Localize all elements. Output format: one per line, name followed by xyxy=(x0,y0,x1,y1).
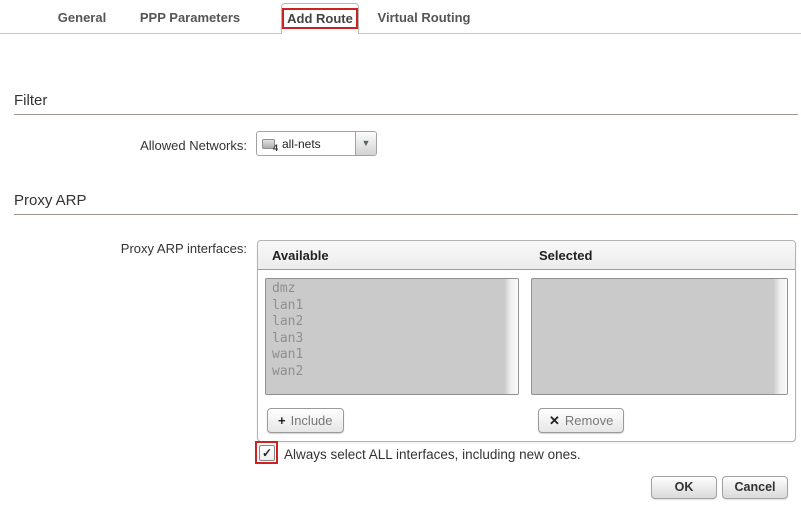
allowed-networks-dropdown[interactable]: 4 all-nets ▼ xyxy=(256,131,377,156)
tab-ppp-parameters[interactable]: PPP Parameters xyxy=(128,3,252,33)
tab-virtual-routing[interactable]: Virtual Routing xyxy=(363,3,485,33)
tab-bar-divider xyxy=(0,33,801,34)
allowed-networks-label: Allowed Networks: xyxy=(0,138,247,153)
tab-general[interactable]: General xyxy=(48,3,116,33)
annotation-box-add-route: Add Route xyxy=(282,8,358,29)
remove-button-label: Remove xyxy=(565,413,613,428)
always-select-label: Always select ALL interfaces, including … xyxy=(284,447,581,462)
proxy-arp-dual-list: Available Selected dmzlan1lan2lan3wan1wa… xyxy=(257,240,796,442)
list-item[interactable]: dmz xyxy=(272,281,503,298)
dual-list-header: Available Selected xyxy=(258,241,795,270)
cancel-button[interactable]: Cancel xyxy=(722,476,788,499)
always-select-checkbox[interactable]: ✓ xyxy=(259,445,275,461)
remove-button[interactable]: ✕ Remove xyxy=(538,408,624,433)
list-item[interactable]: lan2 xyxy=(272,314,503,331)
available-column-header: Available xyxy=(272,241,329,270)
tab-add-route-label: Add Route xyxy=(287,11,353,26)
list-item[interactable]: wan2 xyxy=(272,364,503,381)
available-interfaces-listbox[interactable]: dmzlan1lan2lan3wan1wan2 xyxy=(265,278,519,395)
add-route-settings-page: General PPP Parameters Add Route Virtual… xyxy=(0,0,801,509)
allowed-networks-value-text: all-nets xyxy=(282,137,321,151)
include-button[interactable]: + Include xyxy=(267,408,344,433)
proxy-arp-section-heading: Proxy ARP xyxy=(14,192,798,215)
tab-add-route[interactable]: Add Route xyxy=(281,3,359,34)
ipv4-badge: 4 xyxy=(273,143,278,153)
selected-column-header: Selected xyxy=(539,241,592,270)
list-item[interactable]: lan1 xyxy=(272,298,503,315)
available-listbox-scrollbar[interactable] xyxy=(505,279,518,394)
plus-icon: + xyxy=(278,413,286,428)
selected-interfaces-listbox[interactable] xyxy=(531,278,788,395)
proxy-arp-interfaces-label: Proxy ARP interfaces: xyxy=(0,241,247,256)
ok-button[interactable]: OK xyxy=(651,476,717,499)
include-button-label: Include xyxy=(291,413,333,428)
list-item[interactable]: wan1 xyxy=(272,347,503,364)
available-interfaces-items: dmzlan1lan2lan3wan1wan2 xyxy=(272,281,503,380)
filter-section-heading: Filter xyxy=(14,92,798,115)
ipv4-network-object-icon: 4 xyxy=(262,139,275,149)
list-item[interactable]: lan3 xyxy=(272,331,503,348)
chevron-down-icon[interactable]: ▼ xyxy=(355,132,376,155)
x-icon: ✕ xyxy=(549,413,560,429)
selected-listbox-scrollbar[interactable] xyxy=(774,279,787,394)
allowed-networks-selected-value: 4 all-nets xyxy=(262,132,321,155)
